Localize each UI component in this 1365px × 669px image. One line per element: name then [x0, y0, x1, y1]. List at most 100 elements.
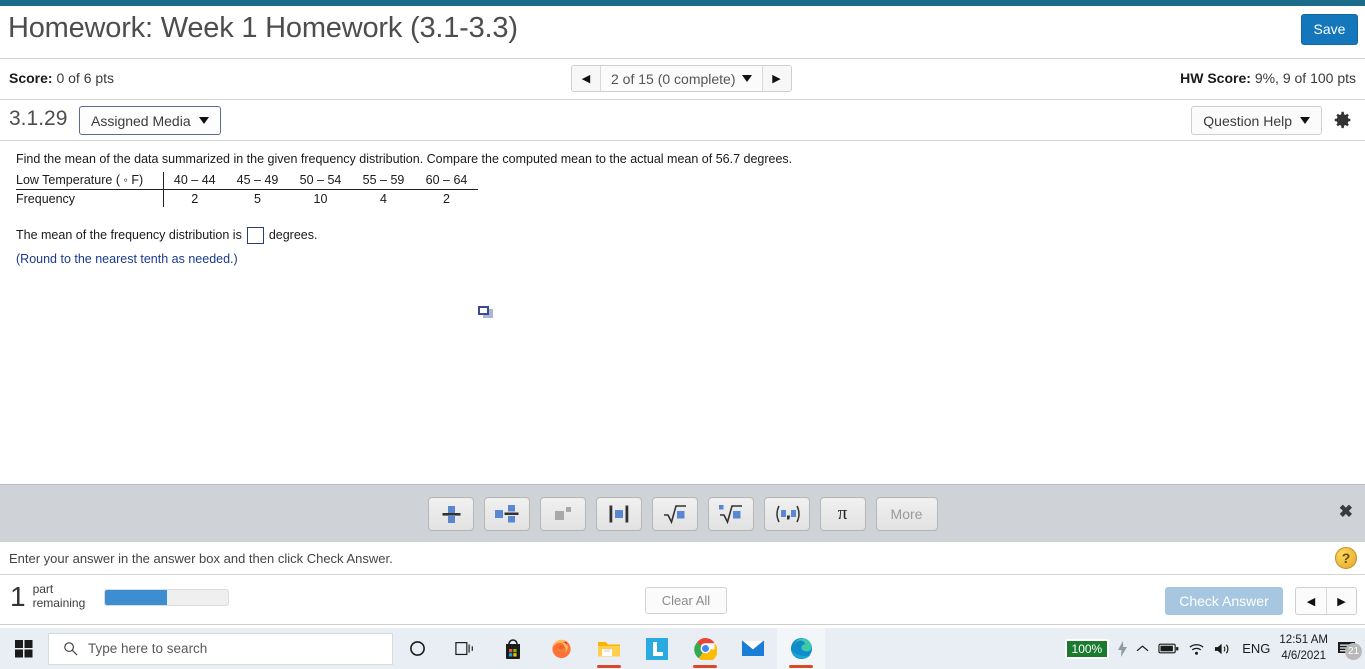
question-header-bar: 3.1.29 Assigned Media Question Help	[0, 100, 1365, 141]
table-header-bin-2: 50 – 54	[289, 171, 352, 190]
interval-notation-icon[interactable]	[763, 496, 810, 531]
windows-taskbar: Type here to search 100% ENG 12:51 AM 4/…	[0, 628, 1365, 669]
title-bar: Homework: Week 1 Homework (3.1-3.3) Save	[0, 6, 1365, 59]
table-header-bin-4: 60 – 64	[415, 171, 478, 190]
table-header-frequency: Frequency	[16, 189, 164, 207]
file-explorer-active-underline	[597, 665, 621, 668]
instruction-text: Enter your answer in the answer box and …	[9, 551, 393, 566]
score-label: Score:	[9, 70, 53, 86]
chevron-down-icon	[198, 117, 209, 124]
help-icon[interactable]: ?	[1335, 547, 1357, 569]
score-display: Score: 0 of 6 pts	[9, 70, 114, 86]
more-button[interactable]: More	[875, 496, 938, 531]
table-header-bin-1: 45 – 49	[226, 171, 289, 190]
next-question-button[interactable]: ▶	[761, 66, 791, 91]
score-value: 0 of 6 pts	[56, 70, 115, 86]
task-view-icon[interactable]	[441, 628, 489, 669]
nth-root-icon[interactable]	[707, 496, 754, 531]
exponent-icon[interactable]	[539, 496, 586, 531]
save-button[interactable]: Save	[1301, 14, 1358, 45]
table-cell-freq-0: 2	[191, 191, 199, 206]
edge-icon[interactable]	[777, 628, 825, 669]
progress-bar-fill	[105, 590, 167, 605]
wifi-icon[interactable]	[1188, 642, 1205, 656]
table-header-low-temperature: Low Temperature ( ◦ F)	[16, 171, 164, 190]
firefox-icon[interactable]	[537, 628, 585, 669]
parts-label-line2: remaining	[32, 596, 86, 610]
start-button-icon[interactable]	[0, 628, 48, 669]
language-indicator[interactable]: ENG	[1242, 641, 1270, 656]
square-root-icon[interactable]	[651, 496, 698, 531]
gear-icon[interactable]	[1332, 109, 1354, 131]
edge-active-underline	[789, 665, 813, 668]
frequency-distribution-table: Low Temperature ( ◦ F) 40 – 44 45 – 49 5…	[16, 171, 478, 207]
chrome-icon[interactable]	[681, 628, 729, 669]
battery-icon[interactable]	[1158, 642, 1179, 655]
app-l-icon[interactable]	[633, 628, 681, 669]
fraction-icon[interactable]	[427, 496, 474, 531]
answer-suffix-text: degrees.	[268, 228, 318, 243]
problem-prompt: Find the mean of the data summarized in …	[16, 152, 793, 166]
question-pager-dropdown[interactable]: 2 of 15 (0 complete)	[601, 66, 762, 91]
show-hidden-icons-chevron-up-icon[interactable]	[1136, 644, 1149, 653]
footer-previous-button[interactable]: ◀	[1296, 588, 1326, 614]
question-pager-label: 2 of 15 (0 complete)	[611, 70, 736, 87]
mathxl-homework-page: Homework: Week 1 Homework (3.1-3.3) Save…	[0, 0, 1365, 669]
parts-label-line1: part	[32, 582, 54, 597]
mixed-number-icon[interactable]	[483, 496, 530, 531]
table-row: Frequency 2 5 10 4 2	[16, 189, 478, 207]
previous-question-button[interactable]: ◀	[572, 66, 601, 91]
check-answer-button[interactable]: Check Answer	[1165, 587, 1283, 615]
answer-statement: The mean of the frequency distribution i…	[16, 226, 1365, 244]
question-help-label: Question Help	[1203, 112, 1292, 129]
charging-icon[interactable]	[1118, 640, 1128, 657]
footer-bar: 1 part remaining Clear All Check Answer …	[0, 575, 1365, 625]
popout-table-icon[interactable]	[478, 306, 493, 319]
chevron-down-icon	[741, 75, 752, 82]
mail-icon[interactable]	[729, 628, 777, 669]
parts-count: 1	[10, 581, 26, 612]
chrome-active-underline	[693, 665, 717, 668]
close-icon[interactable]: ✖	[1339, 502, 1353, 522]
pi-icon[interactable]: π	[819, 496, 866, 531]
table-cell-freq-2: 10	[313, 191, 328, 206]
problem-body: Find the mean of the data summarized in …	[0, 141, 1365, 484]
table-header-bin-3: 55 – 59	[352, 171, 415, 190]
parts-label: part remaining	[32, 582, 86, 611]
search-icon	[64, 642, 78, 656]
clear-all-button[interactable]: Clear All	[645, 587, 727, 614]
parts-remaining: 1 part remaining	[10, 581, 86, 612]
table-cell-freq-1: 5	[254, 191, 261, 206]
cortana-icon[interactable]	[393, 628, 441, 669]
answer-prefix-text: The mean of the frequency distribution i…	[16, 228, 242, 243]
question-help-dropdown[interactable]: Question Help	[1191, 106, 1322, 135]
table-header-bin-0: 40 – 44	[163, 171, 226, 190]
pi-glyph: π	[837, 502, 848, 524]
math-palette: π More ✖	[0, 484, 1365, 542]
assigned-media-label: Assigned Media	[91, 112, 191, 129]
notifications-icon[interactable]: 21	[1337, 640, 1362, 660]
question-number: 3.1.29	[9, 107, 68, 130]
footer-next-button[interactable]: ▶	[1326, 588, 1356, 614]
volume-icon[interactable]	[1214, 642, 1233, 656]
system-tray: 100% ENG 12:51 AM 4/6/2021 21	[1064, 628, 1365, 669]
search-input[interactable]: Type here to search	[48, 632, 393, 665]
clock-date: 4/6/2021	[1281, 649, 1327, 662]
rounding-note: (Round to the nearest tenth as needed.)	[16, 251, 238, 266]
table-cell-freq-3: 4	[380, 191, 387, 206]
absolute-value-icon[interactable]	[595, 496, 642, 531]
hw-score-display: HW Score: 9%, 9 of 100 pts	[1180, 70, 1356, 86]
answer-input[interactable]	[246, 226, 264, 244]
page-title: Homework: Week 1 Homework (3.1-3.3)	[8, 12, 518, 44]
hw-score-label: HW Score:	[1180, 70, 1251, 86]
progress-bar	[104, 589, 229, 606]
chevron-down-icon	[1300, 117, 1310, 124]
file-explorer-icon[interactable]	[585, 628, 633, 669]
clock[interactable]: 12:51 AM 4/6/2021	[1279, 633, 1328, 664]
notification-count-badge: 21	[1345, 643, 1362, 660]
microsoft-store-icon[interactable]	[489, 628, 537, 669]
popout-front-shape	[478, 306, 489, 315]
assigned-media-dropdown[interactable]: Assigned Media	[79, 106, 221, 135]
search-placeholder: Type here to search	[88, 641, 208, 656]
table-row: Low Temperature ( ◦ F) 40 – 44 45 – 49 5…	[16, 171, 478, 190]
